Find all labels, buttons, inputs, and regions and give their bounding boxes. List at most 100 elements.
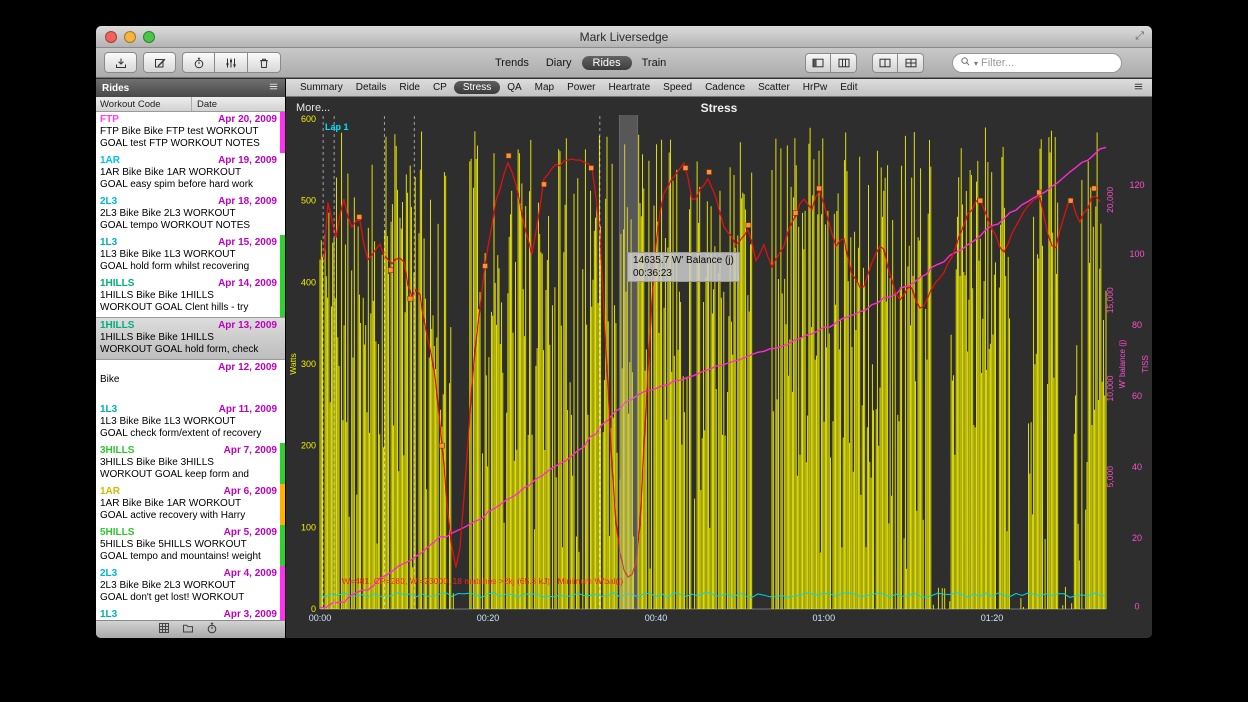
match-marker	[1092, 186, 1097, 191]
layout-columns-toggle[interactable]	[872, 53, 898, 73]
panel-left-icon	[812, 57, 824, 69]
chart-tab-cadence[interactable]: Cadence	[699, 82, 751, 93]
ride-item[interactable]: 2L3Apr 18, 20092L3 Bike Bike 2L3 WORKOUT…	[96, 194, 285, 235]
ride-item[interactable]: 5HILLSApr 5, 20095HILLS Bike 5HILLS WORK…	[96, 525, 285, 566]
ride-color-strip	[280, 235, 285, 276]
view-tab-rides[interactable]: Rides	[582, 56, 632, 70]
filter-placeholder: Filter...	[981, 57, 1014, 69]
ride-item[interactable]: FTPApr 20, 2009FTP Bike Bike FTP test WO…	[96, 112, 285, 153]
ride-date: Apr 14, 2009	[218, 277, 277, 290]
chart-tab-power[interactable]: Power	[561, 82, 601, 93]
ride-description-line: GOAL check form/extent of recovery	[100, 428, 277, 440]
ride-description-line: GOAL tempo WORKOUT NOTES	[100, 220, 277, 232]
stopwatch-icon	[193, 57, 205, 69]
chart-tab-hrpw[interactable]: HrPw	[797, 82, 833, 93]
layout-grid-toggle[interactable]	[898, 53, 924, 73]
chart-tab-speed[interactable]: Speed	[657, 82, 698, 93]
ride-color-strip	[280, 276, 285, 317]
chart-tab-summary[interactable]: Summary	[294, 82, 349, 93]
trash-button[interactable]	[248, 52, 281, 73]
tiss-tick-label: 20	[1132, 533, 1142, 543]
chart-tab-ride[interactable]: Ride	[393, 82, 426, 93]
match-marker	[357, 215, 362, 220]
chart-tab-qa[interactable]: QA	[501, 82, 527, 93]
ride-description-line: 1HILLS Bike Bike 1HILLS	[100, 332, 277, 344]
chart-tab-bar: SummaryDetailsRideCPStressQAMapPowerHear…	[286, 79, 1152, 97]
ride-list: FTPApr 20, 2009FTP Bike Bike FTP test WO…	[96, 112, 285, 620]
chart-tab-cp[interactable]: CP	[427, 82, 453, 93]
ride-item[interactable]: 1HILLSApr 13, 20091HILLS Bike Bike 1HILL…	[96, 317, 285, 360]
tiss-tick-label: 40	[1132, 462, 1142, 472]
folder-footer-button[interactable]	[182, 621, 194, 639]
panel-left-toggle[interactable]	[805, 53, 831, 73]
match-marker	[746, 223, 751, 228]
stopwatch-button[interactable]	[182, 52, 215, 73]
view-tab-diary[interactable]: Diary	[539, 56, 579, 70]
tiss-tick-label: 80	[1132, 320, 1142, 330]
download-button[interactable]	[104, 52, 137, 73]
wbal-tick-label: 20,000	[1105, 187, 1115, 213]
chart-tab-edit[interactable]: Edit	[834, 82, 863, 93]
ride-workout-code: FTP	[100, 113, 119, 126]
chart-tab-stress[interactable]: Stress	[454, 81, 500, 94]
chart-menu-icon[interactable]	[1133, 79, 1144, 97]
titlebar[interactable]: Mark Liversedge ⤢	[96, 26, 1152, 48]
ride-item[interactable]: Apr 12, 2009Bike	[96, 360, 285, 402]
ride-description-line: 3HILLS Bike Bike 3HILLS	[100, 457, 277, 469]
ride-item[interactable]: 1ARApr 6, 20091AR Bike Bike 1AR WORKOUTG…	[96, 484, 285, 525]
hamburger-icon[interactable]	[268, 81, 279, 95]
edit-button[interactable]	[143, 52, 176, 73]
traffic-lights	[105, 31, 155, 43]
ride-item[interactable]: 1ARApr 19, 20091AR Bike Bike 1AR WORKOUT…	[96, 153, 285, 194]
match-marker	[978, 198, 983, 203]
view-tab-train[interactable]: Train	[635, 56, 674, 70]
match-marker	[589, 166, 594, 171]
stress-plot[interactable]: 6005004003002001000Watts00:0000:2000:400…	[286, 97, 1151, 638]
search-icon	[960, 54, 971, 72]
sidebar-footer	[96, 620, 285, 638]
ride-workout-code: 1HILLS	[100, 319, 134, 332]
minimize-button[interactable]	[124, 31, 136, 43]
view-tabs: TrendsDiaryRidesTrain	[488, 48, 673, 78]
view-tab-trends[interactable]: Trends	[488, 56, 536, 70]
tiss-axis-label: TISS	[1141, 355, 1150, 373]
folder-icon	[182, 622, 194, 634]
chart-tab-scatter[interactable]: Scatter	[752, 82, 796, 93]
zoom-button[interactable]	[143, 31, 155, 43]
ride-date: Apr 11, 2009	[219, 403, 277, 416]
watts-tick-label: 300	[301, 359, 316, 369]
intervals-button[interactable]	[215, 52, 248, 73]
tiss-tick-label: 120	[1129, 180, 1144, 190]
ride-item[interactable]: 1HILLSApr 14, 20091HILLS Bike Bike 1HILL…	[96, 276, 285, 317]
ride-date: Apr 20, 2009	[218, 113, 277, 126]
column-workout-code[interactable]: Workout Code	[96, 97, 192, 111]
ride-item[interactable]: 3HILLSApr 7, 20093HILLS Bike Bike 3HILLS…	[96, 443, 285, 484]
ride-date: Apr 5, 2009	[224, 526, 277, 539]
ride-item[interactable]: 1L3Apr 3, 2009	[96, 607, 285, 620]
window-title: Mark Liversedge	[96, 26, 1152, 48]
close-button[interactable]	[105, 31, 117, 43]
layout-grid-icon	[905, 57, 917, 69]
ride-color-strip	[280, 566, 285, 607]
ride-item[interactable]: 1L3Apr 11, 20091L3 Bike Bike 1L3 WORKOUT…	[96, 402, 285, 443]
filter-input[interactable]: ▾ Filter...	[952, 53, 1122, 73]
panel-columns-toggle[interactable]	[831, 53, 857, 73]
match-marker	[1068, 198, 1073, 203]
chart-tab-map[interactable]: Map	[529, 82, 560, 93]
ride-item[interactable]: 1L3Apr 15, 20091L3 Bike Bike 1L3 WORKOUT…	[96, 235, 285, 276]
stress-chart[interactable]: More... Stress 6005004003002001000Watts0…	[286, 97, 1152, 638]
chart-tab-heartrate[interactable]: Heartrate	[602, 82, 656, 93]
match-marker	[817, 186, 822, 191]
match-marker	[683, 166, 688, 171]
time-tick-label: 01:00	[813, 613, 836, 623]
chart-tab-details[interactable]: Details	[350, 82, 393, 93]
match-marker	[388, 268, 393, 273]
ride-item[interactable]: 2L3Apr 4, 20092L3 Bike Bike 2L3 WORKOUTG…	[96, 566, 285, 607]
stopwatch-footer-button[interactable]	[206, 621, 218, 639]
grid-footer-button[interactable]	[158, 621, 170, 639]
list-column-headers: Workout Code Date	[96, 97, 285, 112]
column-date[interactable]: Date	[192, 99, 217, 110]
fullscreen-icon[interactable]: ⤢	[1135, 30, 1144, 43]
ride-description-line: 1AR Bike Bike 1AR WORKOUT	[100, 498, 277, 510]
ride-date: Apr 6, 2009	[224, 485, 277, 498]
